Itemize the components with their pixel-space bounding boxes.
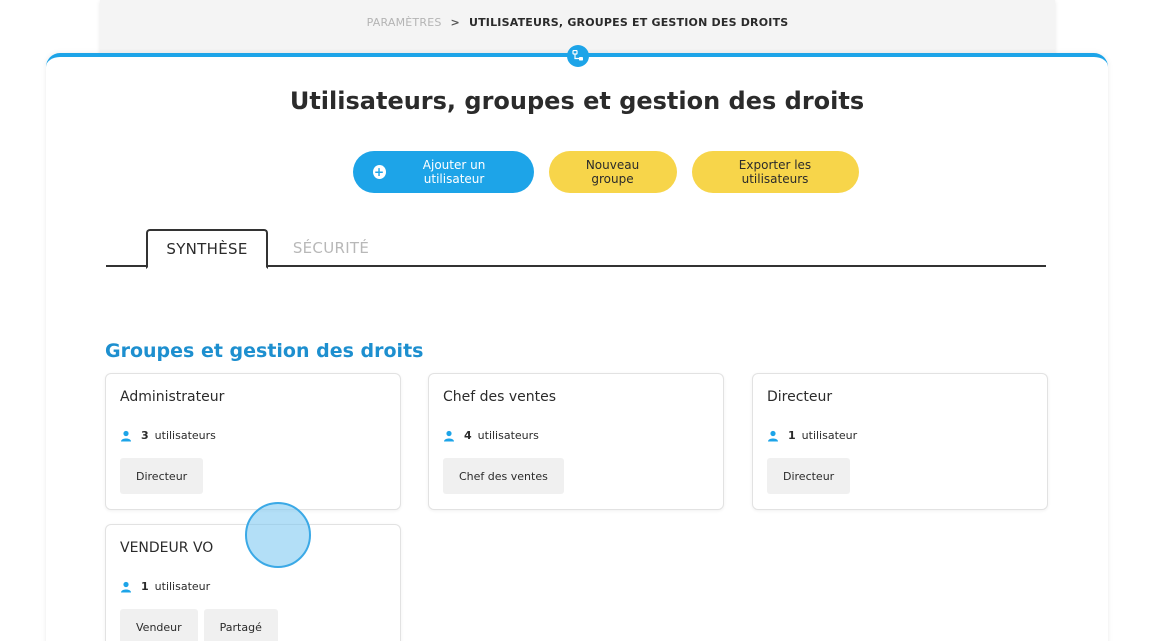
page-title: Utilisateurs, groupes et gestion des dro… bbox=[289, 87, 865, 115]
group-tags: Directeur bbox=[767, 458, 851, 494]
user-count-value: 1 bbox=[788, 429, 796, 442]
click-indicator bbox=[245, 502, 311, 568]
right-gutter bbox=[1108, 0, 1154, 641]
user-count-unit: utilisateurs bbox=[477, 429, 539, 442]
group-tag: Vendeur bbox=[120, 609, 198, 641]
org-chart-icon bbox=[567, 45, 589, 67]
breadcrumb-separator: > bbox=[450, 16, 460, 29]
user-icon bbox=[121, 430, 131, 441]
group-user-count: 3 utilisateurs bbox=[120, 429, 216, 442]
breadcrumb-current: UTILISATEURS, GROUPES ET GESTION DES DRO… bbox=[468, 16, 789, 29]
plus-icon: + bbox=[372, 165, 386, 179]
group-tag: Chef des ventes bbox=[443, 458, 564, 494]
group-user-count: 1 utilisateur bbox=[767, 429, 857, 442]
breadcrumb-parent-link[interactable]: PARAMÈTRES bbox=[367, 16, 442, 29]
group-card-administrateur[interactable]: Administrateur 3 utilisateurs Directeur bbox=[105, 373, 401, 510]
user-count-value: 3 bbox=[141, 429, 149, 442]
group-tags: Chef des ventes bbox=[443, 458, 564, 494]
breadcrumb: PARAMÈTRES > UTILISATEURS, GROUPES ET GEST… bbox=[100, 16, 1055, 29]
group-user-count: 1 utilisateur bbox=[120, 580, 210, 593]
user-count-unit: utilisateur bbox=[801, 429, 858, 442]
user-count-value: 1 bbox=[141, 580, 149, 593]
export-users-button[interactable]: Exporter les utilisateurs bbox=[691, 151, 859, 193]
user-icon bbox=[121, 581, 131, 592]
tab-bar: SYNTHÈSE SÉCURITÉ bbox=[106, 229, 1046, 269]
user-count-value: 4 bbox=[464, 429, 472, 442]
group-tags: Directeur bbox=[120, 458, 204, 494]
group-user-count: 4 utilisateurs bbox=[443, 429, 539, 442]
action-bar: + Ajouter un utilisateur Nouveau groupe … bbox=[46, 151, 1108, 193]
group-name: VENDEUR VO bbox=[120, 540, 214, 556]
group-name: Chef des ventes bbox=[443, 389, 557, 405]
user-count-unit: utilisateur bbox=[154, 580, 211, 593]
user-icon bbox=[768, 430, 778, 441]
user-count-unit: utilisateurs bbox=[154, 429, 216, 442]
add-user-label: Ajouter un utilisateur bbox=[422, 158, 486, 186]
tab-securite[interactable]: SÉCURITÉ bbox=[281, 229, 381, 267]
user-icon bbox=[444, 430, 454, 441]
left-gutter bbox=[0, 0, 46, 641]
tab-synthese[interactable]: SYNTHÈSE bbox=[146, 229, 268, 269]
new-group-button[interactable]: Nouveau groupe bbox=[548, 151, 677, 193]
group-card-directeur[interactable]: Directeur 1 utilisateur Directeur bbox=[752, 373, 1048, 510]
group-card-chef-des-ventes[interactable]: Chef des ventes 4 utilisateurs Chef des … bbox=[428, 373, 724, 510]
group-name: Directeur bbox=[767, 389, 833, 405]
add-user-button[interactable]: + Ajouter un utilisateur bbox=[352, 151, 534, 193]
group-tag: Directeur bbox=[120, 458, 204, 494]
group-name: Administrateur bbox=[120, 389, 225, 405]
section-title: Groupes et gestion des droits bbox=[105, 340, 424, 362]
group-tag: Partagé bbox=[203, 609, 278, 641]
group-tags: Vendeur Partagé bbox=[120, 609, 278, 641]
group-tag: Directeur bbox=[767, 458, 851, 494]
